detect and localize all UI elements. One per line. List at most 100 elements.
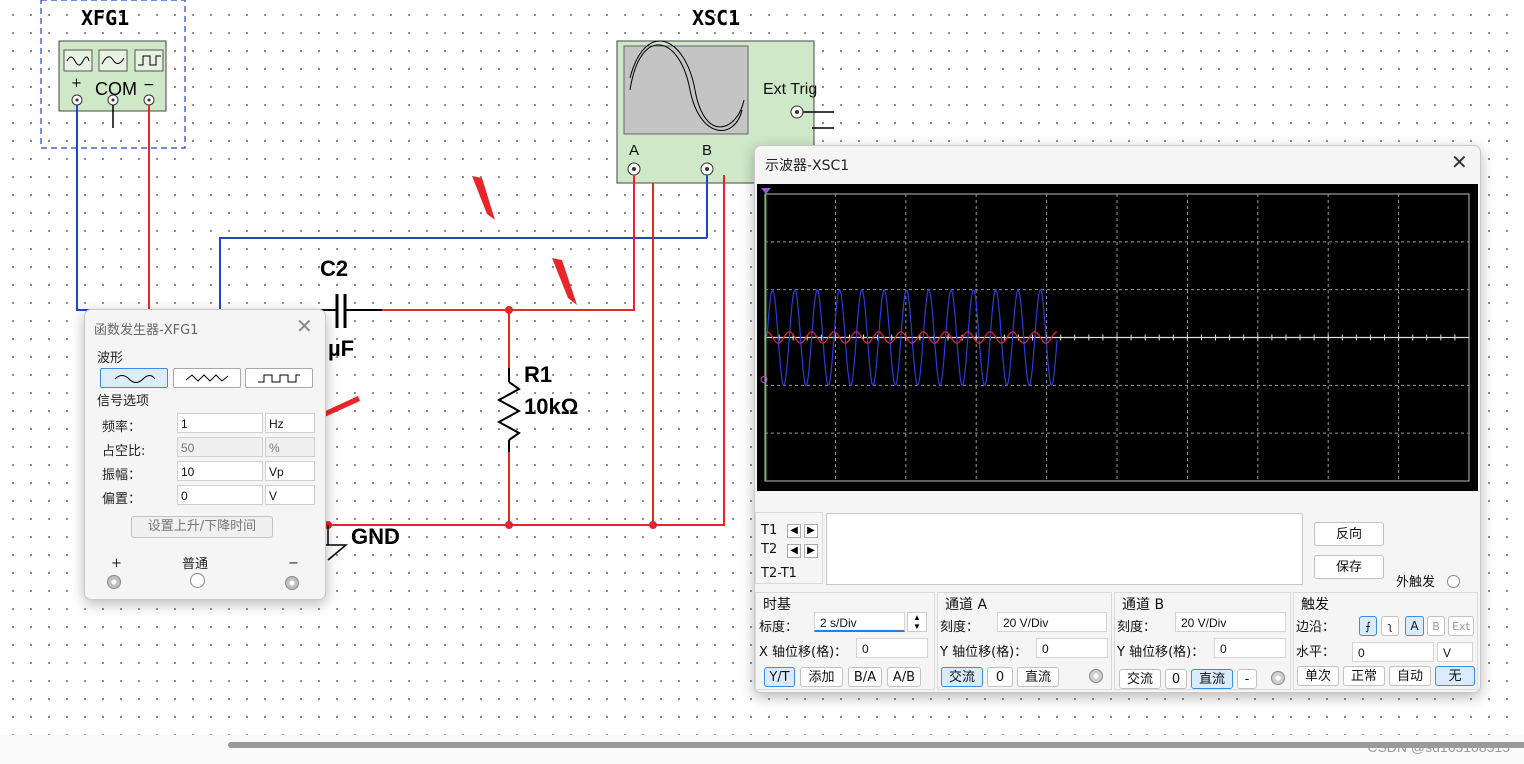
osc-channel-b-dc-button[interactable]: 直流: [1191, 669, 1233, 689]
osc-channel-a-ac-button[interactable]: 交流: [941, 667, 983, 687]
oscilloscope-window[interactable]: 示波器-XSC1 ✕ T1 ◀ ▶ T2 ◀ ▶ T2-T1 反向 保存 外触发…: [754, 145, 1481, 693]
osc-falling-edge-icon[interactable]: ʅ: [1381, 616, 1399, 636]
osc-ext-trigger-label: 外触发: [1396, 575, 1436, 590]
osc-trigger-source-ext[interactable]: Ext: [1448, 616, 1474, 636]
fg-offset-label: 偏置：: [102, 492, 142, 507]
osc-channel-a-dc-button[interactable]: 直流: [1017, 667, 1059, 687]
fg-amplitude-unit[interactable]: Vp: [265, 461, 315, 481]
osc-auto-button[interactable]: 自动: [1389, 666, 1431, 686]
gnd-label: GND: [351, 524, 400, 549]
xsc1-ext-trig-label: Ext Trig: [763, 81, 818, 98]
r1-label: R1: [524, 362, 553, 387]
osc-save-button[interactable]: 保存: [1314, 555, 1384, 579]
osc-rising-edge-icon[interactable]: ⨍: [1359, 616, 1377, 636]
wire-red-ground[interactable]: [328, 175, 725, 526]
fg-duty-input[interactable]: 50: [177, 437, 263, 457]
osc-t2-label: T2: [761, 542, 778, 557]
osc-trigger-title: 触发: [1301, 597, 1329, 613]
osc-add-button[interactable]: 添加: [800, 667, 843, 687]
osc-channel-a-scale-input[interactable]: 20 V/Div: [997, 612, 1107, 632]
fg-duty-label: 占空比:: [102, 444, 146, 459]
osc-channel-b-scale-input[interactable]: 20 V/Div: [1175, 612, 1286, 632]
osc-t1-left-arrow-icon[interactable]: ◀: [787, 524, 801, 538]
watermark: CSDN @su165108515: [1367, 739, 1510, 755]
xfg1-sine-icon: [63, 49, 93, 72]
horizontal-scrollbar-thumb[interactable]: [228, 742, 1524, 748]
osc-timebase-spinner-icon[interactable]: ▲ ▼: [907, 612, 927, 632]
xfg1-plus-sign: +: [71, 76, 82, 91]
osc-channel-b-terminal[interactable]: [1271, 671, 1285, 685]
osc-yt-button[interactable]: Y/T: [764, 667, 795, 687]
fg-offset-unit[interactable]: V: [265, 485, 315, 505]
xsc1-label: XSC1: [692, 6, 741, 30]
osc-channel-b-y-offset-label: Y 轴位移(格)：: [1117, 645, 1205, 660]
osc-trigger-level-input[interactable]: 0: [1352, 642, 1434, 662]
osc-ba-button[interactable]: B/A: [848, 667, 882, 687]
osc-channel-b-scale-label: 刻度：: [1117, 620, 1157, 635]
xfg1-com-label: COM: [95, 79, 137, 99]
xfg1-label: XFG1: [81, 6, 130, 30]
fg-square-button[interactable]: [245, 368, 313, 388]
osc-channel-b-title: 通道 B: [1122, 597, 1165, 613]
wire-blue[interactable]: [76, 105, 707, 311]
fg-duty-unit[interactable]: %: [265, 437, 315, 457]
fg-frequency-label: 频率：: [102, 420, 142, 435]
osc-ab-button[interactable]: A/B: [887, 667, 921, 687]
osc-screen[interactable]: [757, 184, 1478, 491]
osc-single-button[interactable]: 单次: [1297, 666, 1339, 686]
fg-triangle-button[interactable]: [173, 368, 241, 388]
fg-window-title: 函数发生器-XFG1: [94, 323, 199, 338]
osc-x-offset-input[interactable]: 0: [856, 638, 928, 658]
osc-channel-b-ac-button[interactable]: 交流: [1119, 669, 1161, 689]
fg-amplitude-input[interactable]: 10: [177, 461, 263, 481]
osc-t2-right-arrow-icon[interactable]: ▶: [804, 544, 818, 558]
fg-offset-input[interactable]: 0: [177, 485, 263, 505]
horizontal-scrollbar[interactable]: [0, 735, 1524, 764]
fg-rise-fall-button[interactable]: 设置上升/下降时间: [131, 516, 273, 538]
fg-terminal-minus-label: −: [288, 556, 299, 571]
osc-trigger-edge-label: 边沿：: [1296, 620, 1336, 635]
osc-timebase-scale-input[interactable]: 2 s/Div: [814, 612, 905, 632]
osc-trigger-source-a[interactable]: A: [1405, 616, 1424, 636]
osc-normal-button[interactable]: 正常: [1343, 666, 1385, 686]
fg-close-icon[interactable]: ✕: [296, 317, 313, 337]
fg-terminal-plus-label: +: [111, 556, 122, 571]
osc-channel-a-terminal[interactable]: [1089, 669, 1103, 683]
fg-signal-options-section: 信号选项: [97, 394, 150, 409]
osc-trigger-level-label: 水平：: [1296, 645, 1336, 660]
osc-timebase-scale-label: 标度：: [759, 620, 799, 635]
osc-close-icon[interactable]: ✕: [1451, 153, 1468, 173]
c2-value: µF: [328, 336, 355, 361]
wire-red-c2-to-a[interactable]: [380, 175, 635, 311]
fg-frequency-unit[interactable]: Hz: [265, 413, 315, 433]
sine-wave-icon: [114, 375, 156, 383]
osc-channel-a-y-offset-input[interactable]: 0: [1036, 638, 1108, 658]
osc-channel-a-zero-button[interactable]: 0: [987, 667, 1013, 687]
r1-resistor[interactable]: [496, 381, 522, 441]
osc-channel-b-minus-button[interactable]: -: [1237, 669, 1257, 689]
osc-t1-right-arrow-icon[interactable]: ▶: [804, 524, 818, 538]
osc-trigger-level-unit[interactable]: V: [1437, 642, 1473, 662]
osc-channel-a-scale-label: 刻度：: [940, 620, 980, 635]
osc-none-button[interactable]: 无: [1435, 666, 1475, 686]
xfg1-minus-sign: −: [143, 77, 155, 93]
xsc1-mini-screen: [623, 45, 749, 135]
osc-trigger-source-b[interactable]: B: [1427, 616, 1445, 636]
xfg1-square-icon: [134, 49, 164, 72]
square-wave-icon: [258, 374, 300, 383]
fg-plus-terminal[interactable]: [107, 575, 121, 589]
fg-terminal-common-label: 普通: [182, 557, 209, 572]
fg-sine-button[interactable]: [100, 368, 168, 388]
osc-channel-a-title: 通道 A: [945, 597, 988, 613]
fg-minus-terminal[interactable]: [285, 576, 299, 590]
fg-amplitude-label: 振幅：: [102, 468, 142, 483]
osc-ext-trigger-terminal[interactable]: [1447, 575, 1460, 588]
osc-window-title: 示波器-XSC1: [765, 158, 850, 174]
fg-frequency-input[interactable]: 1: [177, 413, 263, 433]
osc-channel-b-zero-button[interactable]: 0: [1165, 669, 1187, 689]
osc-t2-left-arrow-icon[interactable]: ◀: [787, 544, 801, 558]
function-generator-window[interactable]: 函数发生器-XFG1 ✕ 波形 信号选项 频率： 1 Hz 占空比: 50 % …: [84, 309, 326, 600]
fg-common-terminal[interactable]: [190, 573, 205, 588]
osc-reverse-button[interactable]: 反向: [1314, 522, 1384, 546]
osc-channel-b-y-offset-input[interactable]: 0: [1214, 638, 1286, 658]
